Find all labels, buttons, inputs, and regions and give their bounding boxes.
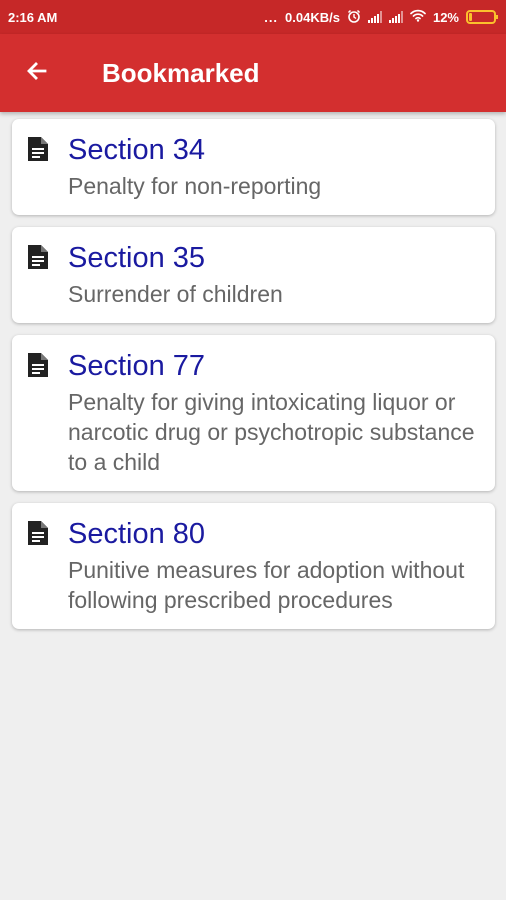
section-description: Penalty for giving intoxicating liquor o…	[68, 389, 475, 475]
bookmark-text: Section 35 Surrender of children	[68, 241, 485, 309]
back-button[interactable]	[0, 34, 78, 112]
section-description: Surrender of children	[68, 281, 283, 307]
section-title: Section 34	[68, 134, 206, 166]
signal-icon	[388, 11, 403, 23]
page-title: Bookmarked	[102, 57, 260, 88]
wifi-icon	[410, 9, 426, 25]
battery-icon	[466, 10, 498, 24]
bookmark-item-section-77[interactable]: Section 77 Penalty for giving intoxicati…	[12, 335, 495, 491]
app-bar: Bookmarked	[0, 34, 506, 112]
status-bar: 2:16 AM ... 0.04KB/s 12%	[0, 0, 506, 34]
section-description: Punitive measures for adoption without f…	[68, 557, 465, 613]
bookmark-item-section-35[interactable]: Section 35 Surrender of children	[12, 227, 495, 323]
arrow-left-icon	[25, 59, 49, 88]
section-title: Section 80	[68, 518, 206, 550]
signal-icon	[367, 11, 382, 23]
bookmark-item-section-80[interactable]: Section 80 Punitive measures for adoptio…	[12, 503, 495, 629]
bookmark-text: Section 77 Penalty for giving intoxicati…	[68, 349, 485, 477]
alarm-icon	[347, 9, 361, 26]
document-icon	[26, 241, 56, 309]
section-title: Section 35	[68, 242, 206, 274]
document-icon	[26, 133, 56, 201]
section-title: Section 77	[68, 350, 206, 382]
bookmark-item-section-34[interactable]: Section 34 Penalty for non-reporting	[12, 119, 495, 215]
notification-dots: ...	[264, 9, 279, 25]
status-time: 2:16 AM	[8, 9, 58, 25]
bookmark-text: Section 80 Punitive measures for adoptio…	[68, 517, 485, 615]
network-speed: 0.04KB/s	[285, 9, 340, 25]
document-icon	[26, 517, 56, 615]
section-description: Penalty for non-reporting	[68, 173, 322, 199]
document-icon	[26, 349, 56, 477]
battery-percent: 12%	[432, 9, 459, 25]
bookmark-text: Section 34 Penalty for non-reporting	[68, 133, 485, 201]
bookmark-list: Section 34 Penalty for non-reporting Sec…	[12, 119, 495, 641]
status-icons: ... 0.04KB/s 12%	[264, 9, 498, 26]
